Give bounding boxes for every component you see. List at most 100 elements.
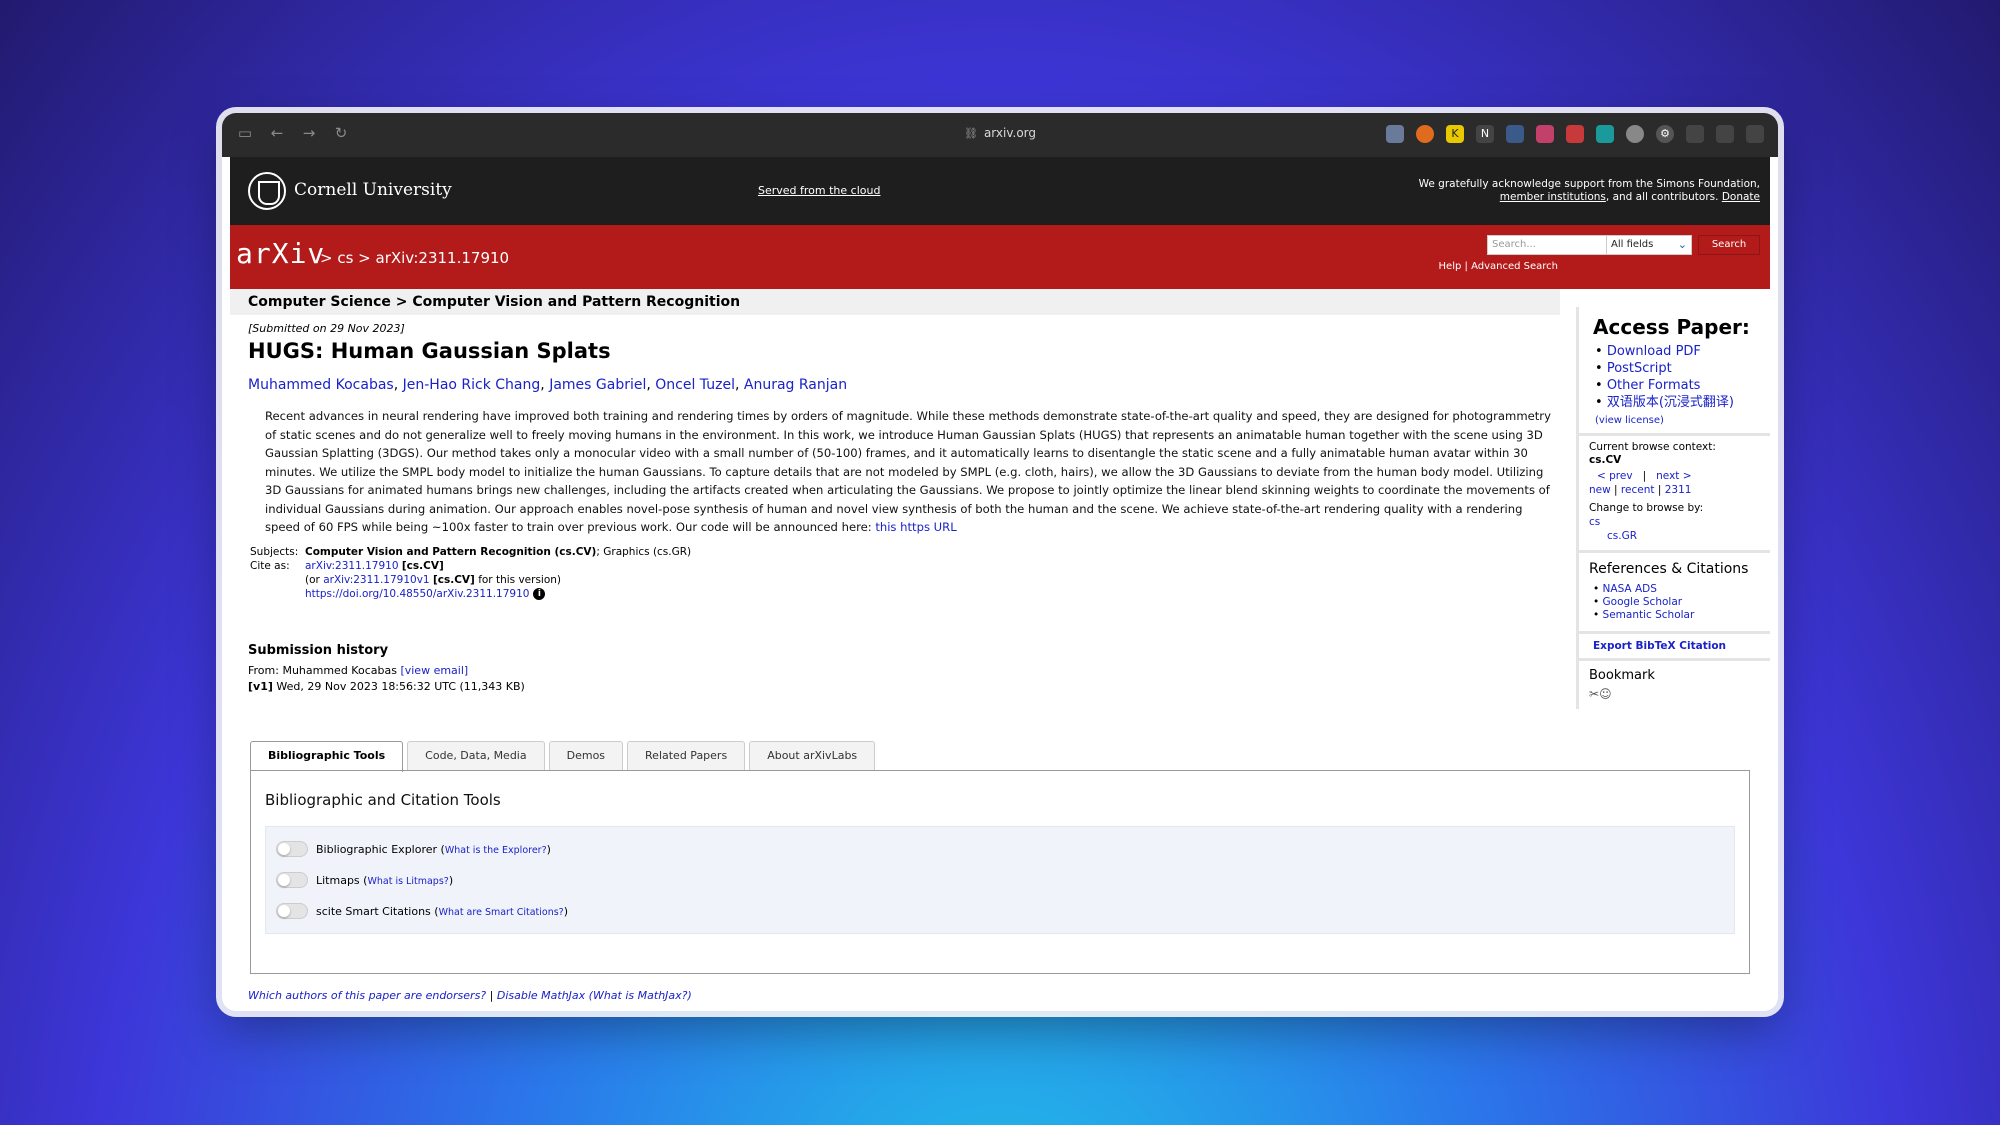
extension-notion-icon[interactable]: N (1476, 125, 1494, 143)
category-bar: Computer Science > Computer Vision and P… (230, 289, 1560, 315)
other-formats-link[interactable]: Other Formats (1595, 377, 1734, 394)
postscript-link[interactable]: PostScript (1595, 360, 1734, 377)
extension-gear-icon[interactable]: ⚙ (1656, 125, 1674, 143)
view-license-link[interactable]: (view license) (1595, 415, 1664, 426)
google-scholar-link[interactable]: Google Scholar (1593, 596, 1694, 609)
author-link[interactable]: Muhammed Kocabas (248, 377, 394, 393)
tab-code-data-media[interactable]: Code, Data, Media (407, 741, 545, 770)
split-view-icon[interactable] (1746, 125, 1764, 143)
help-links: Help | Advanced Search (1438, 261, 1558, 272)
labs-tabs: Bibliographic Tools Code, Data, Media De… (250, 741, 876, 772)
author-link[interactable]: James Gabriel (549, 377, 646, 393)
url-text: arxiv.org (983, 126, 1037, 140)
help-link[interactable]: Help (1439, 261, 1462, 272)
what-is-mathjax-link[interactable]: (What is MathJax?) (589, 989, 692, 1002)
download-pdf-link[interactable]: Download PDF (1595, 343, 1734, 360)
extensions-bar: K N ⚙ (1386, 125, 1764, 143)
tab-bibliographic-tools[interactable]: Bibliographic Tools (250, 741, 404, 772)
member-institutions-link[interactable]: member institutions (1500, 191, 1606, 203)
field-select[interactable]: All fields ⌄ (1606, 235, 1692, 255)
cite-link[interactable]: arXiv:2311.17910 (305, 560, 399, 572)
bookmark-title: Bookmark (1589, 668, 1655, 683)
chat-icon[interactable] (1686, 125, 1704, 143)
extension-red-icon[interactable] (1566, 125, 1584, 143)
extension-pink-icon[interactable] (1536, 125, 1554, 143)
scite-toggle[interactable] (276, 903, 308, 919)
next-link[interactable]: next > (1656, 470, 1691, 482)
recent-link[interactable]: recent (1621, 484, 1655, 496)
submitted-date: [Submitted on 29 Nov 2023] (248, 322, 405, 335)
new-link[interactable]: new (1589, 484, 1611, 496)
extension-gray-icon[interactable] (1626, 125, 1644, 143)
disable-mathjax-link[interactable]: Disable MathJax (497, 989, 585, 1002)
browse-context: cs.CV (1589, 454, 1622, 466)
tab-related-papers[interactable]: Related Papers (627, 741, 746, 770)
tools-panel: Bibliographic and Citation Tools Bibliog… (250, 770, 1750, 974)
litmaps-toggle[interactable] (276, 872, 308, 888)
month-link[interactable]: 2311 (1665, 484, 1692, 496)
tools-list: Bibliographic Explorer (What is the Expl… (265, 826, 1735, 934)
arxiv-header: arXiv > cs > arXiv:2311.17910 Search... … (230, 225, 1770, 289)
chevron-down-icon: ⌄ (1677, 238, 1687, 251)
references-list: NASA ADS Google Scholar Semantic Scholar (1593, 583, 1695, 622)
access-list: Download PDF PostScript Other Formats 双语… (1595, 343, 1734, 411)
export-bibtex-link[interactable]: Export BibTeX Citation (1593, 640, 1726, 652)
extension-globe-icon[interactable] (1386, 125, 1404, 143)
submission-history-title: Submission history (248, 643, 389, 658)
abstract: Recent advances in neural rendering have… (265, 409, 1551, 534)
nasa-ads-link[interactable]: NASA ADS (1593, 583, 1694, 596)
scite-help-link[interactable]: What are Smart Citations? (439, 907, 564, 918)
author-list: Muhammed Kocabas, Jen-Hao Rick Chang, Ja… (248, 377, 848, 393)
view-email-link[interactable]: [view email] (400, 664, 468, 677)
bookmark-block: Bookmark ✂☺ (1576, 661, 1770, 709)
code-url-link[interactable]: this https URL (875, 520, 956, 534)
tab-demos[interactable]: Demos (548, 741, 624, 770)
support-acknowledgement: We gratefully acknowledge support from t… (1418, 178, 1760, 203)
bibtex-block: Export BibTeX Citation (1576, 634, 1770, 658)
bibsonomy-icon[interactable]: ✂ (1589, 687, 1599, 701)
info-icon[interactable]: i (533, 588, 546, 600)
doi-link[interactable]: https://doi.org/10.48550/arXiv.2311.1791… (305, 588, 529, 600)
advanced-search-link[interactable]: Advanced Search (1471, 261, 1558, 272)
author-link[interactable]: Anurag Ranjan (744, 377, 847, 393)
cite-version-link[interactable]: arXiv:2311.17910v1 (323, 574, 429, 586)
link-icon: ⛓ (963, 127, 978, 140)
cornell-seal-icon[interactable] (248, 172, 286, 210)
reader-icon[interactable] (1716, 125, 1734, 143)
arxiv-page: Cornell University Served from the cloud… (230, 157, 1770, 1011)
footer-links: Which authors of this paper are endorser… (248, 989, 692, 1002)
donate-link[interactable]: Donate (1722, 191, 1760, 203)
endorsers-link[interactable]: Which authors of this paper are endorser… (248, 989, 486, 1002)
submission-from: From: Muhammed Kocabas [view email] (248, 664, 469, 677)
extension-teal-icon[interactable] (1596, 125, 1614, 143)
extension-chart-icon[interactable] (1506, 125, 1524, 143)
search-button[interactable]: Search (1698, 235, 1760, 255)
author-link[interactable]: Jen-Hao Rick Chang (403, 377, 541, 393)
browse-csgr-link[interactable]: cs.GR (1607, 530, 1637, 542)
tab-about-arxivlabs[interactable]: About arXivLabs (749, 741, 876, 770)
paper-title: HUGS: Human Gaussian Splats (248, 339, 611, 363)
search-input[interactable]: Search... (1487, 235, 1607, 255)
prev-link[interactable]: < prev (1597, 470, 1633, 482)
reddit-icon[interactable]: ☺ (1599, 687, 1612, 701)
browser-toolbar: ▭ ← → ↻ ⛓ arxiv.org K N ⚙ (222, 113, 1778, 157)
extension-orange-icon[interactable] (1416, 125, 1434, 143)
served-from-cloud-link[interactable]: Served from the cloud (758, 184, 880, 197)
extension-k-icon[interactable]: K (1446, 125, 1464, 143)
access-paper-block: Access Paper: Download PDF PostScript Ot… (1576, 307, 1770, 433)
litmaps-help-link[interactable]: What is Litmaps? (367, 876, 448, 887)
arxiv-logo[interactable]: arXiv (236, 237, 325, 270)
semantic-scholar-link[interactable]: Semantic Scholar (1593, 609, 1695, 622)
author-link[interactable]: Oncel Tuzel (655, 377, 735, 393)
submission-v1: [v1] Wed, 29 Nov 2023 18:56:32 UTC (11,3… (248, 680, 525, 693)
explorer-toggle[interactable] (276, 841, 308, 857)
explorer-help-link[interactable]: What is the Explorer? (445, 845, 547, 856)
tools-title: Bibliographic and Citation Tools (265, 791, 501, 809)
browse-cs-link[interactable]: cs (1589, 516, 1600, 528)
cornell-name[interactable]: Cornell University (294, 180, 452, 200)
references-title: References & Citations (1589, 561, 1749, 577)
browser-window: ▭ ← → ↻ ⛓ arxiv.org K N ⚙ Cornell Univers… (222, 113, 1778, 1011)
breadcrumb[interactable]: > cs > arXiv:2311.17910 (320, 249, 509, 267)
bilingual-link[interactable]: 双语版本(沉浸式翻译) (1595, 394, 1734, 411)
browse-context-block: Current browse context: cs.CV < prev | n… (1576, 436, 1770, 550)
